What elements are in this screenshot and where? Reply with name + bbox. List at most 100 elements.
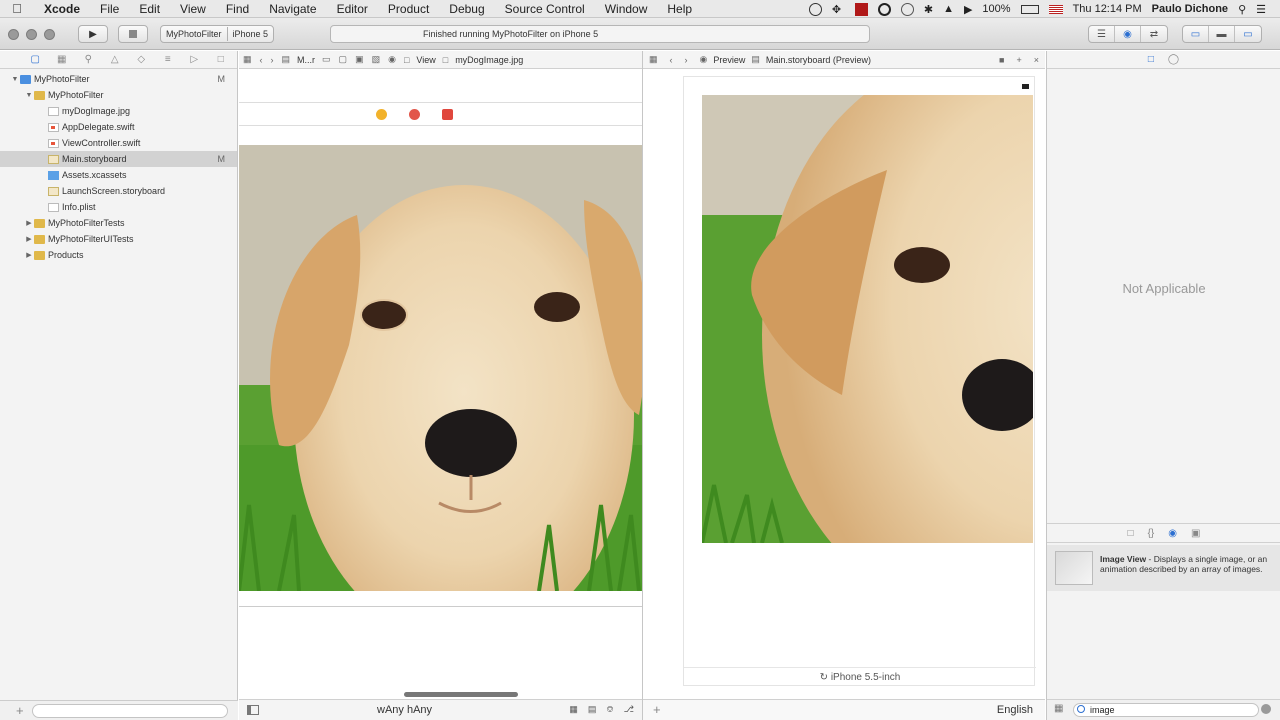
menu-navigate[interactable]: Navigate <box>259 2 326 16</box>
scheme-selector[interactable]: MyPhotoFilter iPhone 5 <box>160 25 275 43</box>
tree-item-group[interactable]: ▶ Products <box>0 247 237 263</box>
dog-image-view[interactable] <box>239 145 642 591</box>
disclosure-closed-icon[interactable]: ▶ <box>24 235 34 243</box>
exit-dock-icon[interactable] <box>442 109 453 120</box>
toggle-navigator-icon[interactable]: ▭ <box>1183 26 1209 42</box>
resolve-auto-layout-icon[interactable]: ⎇ <box>624 704 634 715</box>
navigator-filter-input[interactable] <box>32 704 228 718</box>
image-view-icon[interactable]: ◉ <box>384 54 400 65</box>
menu-product[interactable]: Product <box>378 2 439 16</box>
user-name[interactable]: Paulo Dichone <box>1152 3 1228 15</box>
time-machine-icon[interactable] <box>900 2 914 16</box>
editor-mode-control[interactable]: ☰ ◉ ⇄ <box>1088 25 1168 43</box>
symbol-navigator-icon[interactable]: ▦ <box>49 54 76 65</box>
assistant-editor-icon[interactable]: ◉ <box>1115 26 1141 42</box>
destination-device[interactable]: iPhone 5 <box>228 29 274 39</box>
menu-window[interactable]: Window <box>595 2 658 16</box>
file-template-library-icon[interactable]: □ <box>1128 528 1134 539</box>
tree-item-group[interactable]: ▼ MyPhotoFilter <box>0 87 237 103</box>
related-items-icon[interactable]: ▦ <box>239 54 256 65</box>
scene-icon[interactable]: ▢ <box>335 54 352 65</box>
spotlight-icon[interactable]: ⚲ <box>1238 3 1246 16</box>
test-navigator-icon[interactable]: ◇ <box>128 54 155 65</box>
clock[interactable]: Thu 12:14 PM <box>1073 3 1142 15</box>
add-assistant-icon[interactable]: + <box>1010 55 1027 65</box>
code-snippet-library-icon[interactable]: {} <box>1148 528 1155 539</box>
library-item-image-view[interactable]: Image View - Displays a single image, or… <box>1047 545 1280 591</box>
menu-app-name[interactable]: Xcode <box>34 2 90 16</box>
scheme-name[interactable]: MyPhotoFilter <box>161 29 227 39</box>
battery-percent[interactable]: 100% <box>982 3 1010 15</box>
file-inspector-icon[interactable]: □ <box>1148 54 1154 65</box>
breakpoint-navigator-icon[interactable]: ▷ <box>181 54 208 65</box>
forward-icon[interactable]: › <box>679 55 694 65</box>
menu-source-control[interactable]: Source Control <box>495 2 595 16</box>
close-assistant-icon[interactable]: × <box>1028 55 1045 65</box>
document-outline-toggle-icon[interactable] <box>247 705 259 715</box>
add-device-icon[interactable]: + <box>653 702 661 717</box>
minimize-window-button[interactable] <box>26 29 37 40</box>
jump-bar-view[interactable]: View <box>413 55 438 65</box>
status-circle-icon[interactable] <box>877 2 891 16</box>
object-library-icon[interactable]: ◉ <box>1168 528 1177 539</box>
notification-center-icon[interactable]: ☰ <box>1256 3 1266 16</box>
disclosure-open-icon[interactable]: ▼ <box>24 92 34 99</box>
tree-item-group[interactable]: ▶ MyPhotoFilterUITests <box>0 231 237 247</box>
horizontal-scrollbar[interactable] <box>404 692 518 697</box>
find-navigator-icon[interactable]: ⚲ <box>75 54 102 65</box>
jump-bar-preview[interactable]: Preview <box>713 55 745 65</box>
rotate-icon[interactable]: ↻ <box>820 672 831 683</box>
jump-bar-image[interactable]: myDogImage.jpg <box>452 55 526 65</box>
preview-device-label[interactable]: ↻ iPhone 5.5-inch <box>684 667 1036 687</box>
disclosure-closed-icon[interactable]: ▶ <box>24 251 34 259</box>
zoom-window-button[interactable] <box>44 29 55 40</box>
storyboard-canvas[interactable] <box>239 70 642 699</box>
toggle-utilities-icon[interactable]: ▭ <box>1235 26 1261 42</box>
tree-item-group[interactable]: ▶ MyPhotoFilterTests <box>0 215 237 231</box>
menu-help[interactable]: Help <box>657 2 702 16</box>
back-icon[interactable]: ‹ <box>256 55 267 65</box>
size-class-control[interactable]: wAny hAny <box>377 704 432 716</box>
toggle-debug-area-icon[interactable]: ▬ <box>1209 26 1235 42</box>
library-filter-input[interactable]: image <box>1073 703 1259 717</box>
status-record-icon[interactable] <box>854 2 868 16</box>
preview-language[interactable]: English <box>997 704 1033 716</box>
apple-menu-icon[interactable]:  <box>0 1 34 16</box>
tree-item-file[interactable]: myDogImage.jpg <box>0 103 237 119</box>
forward-icon[interactable]: › <box>267 55 278 65</box>
view-controller-icon[interactable]: ▣ <box>351 54 368 65</box>
tree-item-file[interactable]: AppDelegate.swift <box>0 119 237 135</box>
menu-debug[interactable]: Debug <box>439 2 494 16</box>
tree-item-file[interactable]: ViewController.swift <box>0 135 237 151</box>
menu-editor[interactable]: Editor <box>327 2 378 16</box>
standard-editor-icon[interactable]: ☰ <box>1089 26 1115 42</box>
disclosure-closed-icon[interactable]: ▶ <box>24 219 34 227</box>
status-gamepad-icon[interactable]: ✥ <box>832 3 845 16</box>
disclosure-open-icon[interactable]: ▼ <box>10 76 20 83</box>
grid-view-icon[interactable]: ▦ <box>1054 703 1063 714</box>
report-navigator-icon[interactable]: □ <box>208 54 235 65</box>
view-controller-dock-icon[interactable] <box>376 109 387 120</box>
status-check-icon[interactable] <box>808 2 822 16</box>
view-icon[interactable]: ▧ <box>368 54 385 65</box>
tree-item-file[interactable]: LaunchScreen.storyboard <box>0 183 237 199</box>
jump-bar-preview-file[interactable]: Main.storyboard (Preview) <box>766 55 871 65</box>
version-editor-icon[interactable]: ⇄ <box>1141 26 1167 42</box>
menu-edit[interactable]: Edit <box>129 2 170 16</box>
tree-item-file-selected[interactable]: Main.storyboard M <box>0 151 237 167</box>
pin-icon[interactable]: ⎊ <box>606 704 613 715</box>
lock-icon[interactable]: ■ <box>993 55 1010 65</box>
back-icon[interactable]: ‹ <box>664 55 679 65</box>
add-file-icon[interactable]: + <box>16 703 24 718</box>
first-responder-dock-icon[interactable] <box>409 109 420 120</box>
media-library-icon[interactable]: ▣ <box>1191 528 1200 539</box>
tree-item-file[interactable]: Assets.xcassets <box>0 167 237 183</box>
close-window-button[interactable] <box>8 29 19 40</box>
clear-filter-icon[interactable] <box>1261 704 1271 714</box>
view-toggle-control[interactable]: ▭ ▬ ▭ <box>1182 25 1262 43</box>
folder-icon[interactable]: ▭ <box>318 54 335 65</box>
stop-button[interactable] <box>118 25 148 43</box>
menu-file[interactable]: File <box>90 2 129 16</box>
tree-item-project[interactable]: ▼ MyPhotoFilter M <box>0 71 237 87</box>
wifi-icon[interactable]: ▲ <box>943 3 954 15</box>
